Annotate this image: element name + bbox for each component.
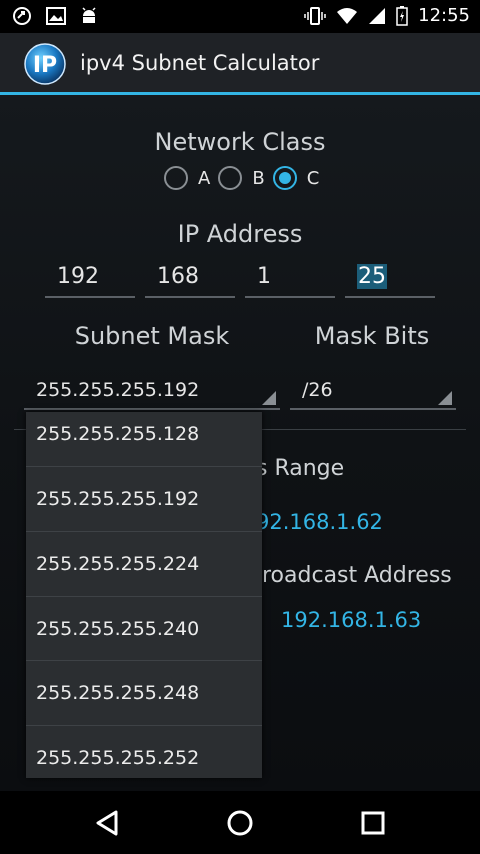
dropdown-option[interactable]: 255.255.255.248 <box>26 660 262 724</box>
spinner-arrow-icon <box>262 391 276 405</box>
status-bar: 12:55 <box>0 0 480 33</box>
recents-button[interactable] <box>357 807 389 839</box>
home-icon <box>227 810 253 836</box>
ip-octet-4-selected-text: 25 <box>357 264 387 289</box>
subnet-mask-title: Subnet Mask <box>74 322 230 350</box>
back-button[interactable] <box>92 807 124 839</box>
broadcast-address-value: 192.168.1.63 <box>281 608 422 632</box>
android-icon <box>80 7 98 25</box>
dropdown-option[interactable]: 255.255.255.252 <box>26 725 262 778</box>
navigation-bar <box>0 791 480 854</box>
broadcast-address-label: roadcast Address <box>262 563 452 588</box>
dropdown-option[interactable]: 255.255.255.128 <box>26 402 262 466</box>
address-range-label: s Range <box>256 456 345 481</box>
recents-icon <box>361 811 385 835</box>
network-class-radio-group: A B C <box>164 166 327 190</box>
app-logo-icon[interactable]: IP <box>24 43 66 85</box>
ip-address-title: IP Address <box>177 220 303 248</box>
radio-label-b: B <box>252 167 265 189</box>
network-class-title: Network Class <box>154 128 326 156</box>
app-logo-text: IP <box>33 53 57 78</box>
subnet-mask-value: 255.255.255.192 <box>36 379 200 401</box>
address-range-value: 92.168.1.62 <box>256 510 383 534</box>
sync-icon <box>12 6 32 26</box>
mask-bits-spinner[interactable]: /26 <box>290 372 456 410</box>
radio-label-c: C <box>306 167 320 189</box>
radio-class-c[interactable] <box>272 166 297 190</box>
home-button[interactable] <box>224 807 256 839</box>
status-time: 12:55 <box>418 5 470 26</box>
dropdown-option[interactable]: 255.255.255.224 <box>26 531 262 595</box>
mask-bits-value: /26 <box>302 379 333 401</box>
wifi-icon <box>336 7 358 25</box>
radio-class-a[interactable] <box>164 166 188 190</box>
mask-bits-title: Mask Bits <box>314 322 430 350</box>
signal-icon <box>368 7 386 25</box>
spinner-arrow-icon <box>438 391 452 405</box>
image-icon <box>46 7 66 25</box>
dropdown-option[interactable]: 255.255.255.240 <box>26 596 262 660</box>
ip-octet-4-input[interactable]: 25 <box>345 258 435 298</box>
app-title: ipv4 Subnet Calculator <box>80 51 320 75</box>
ip-octet-2-input[interactable]: 168 <box>145 258 235 298</box>
back-icon <box>96 810 118 836</box>
ip-octet-1-input[interactable]: 192 <box>45 258 135 298</box>
radio-class-b[interactable] <box>218 166 243 190</box>
radio-label-a: A <box>198 167 211 189</box>
subnet-mask-dropdown: 255.255.255.128 255.255.255.192 255.255.… <box>26 412 262 778</box>
action-bar: IP ipv4 Subnet Calculator <box>0 33 480 95</box>
battery-charging-icon <box>396 5 408 26</box>
ip-octet-3-input[interactable]: 1 <box>245 258 335 298</box>
dropdown-option[interactable]: 255.255.255.192 <box>26 466 262 530</box>
vibrate-icon <box>304 6 326 25</box>
